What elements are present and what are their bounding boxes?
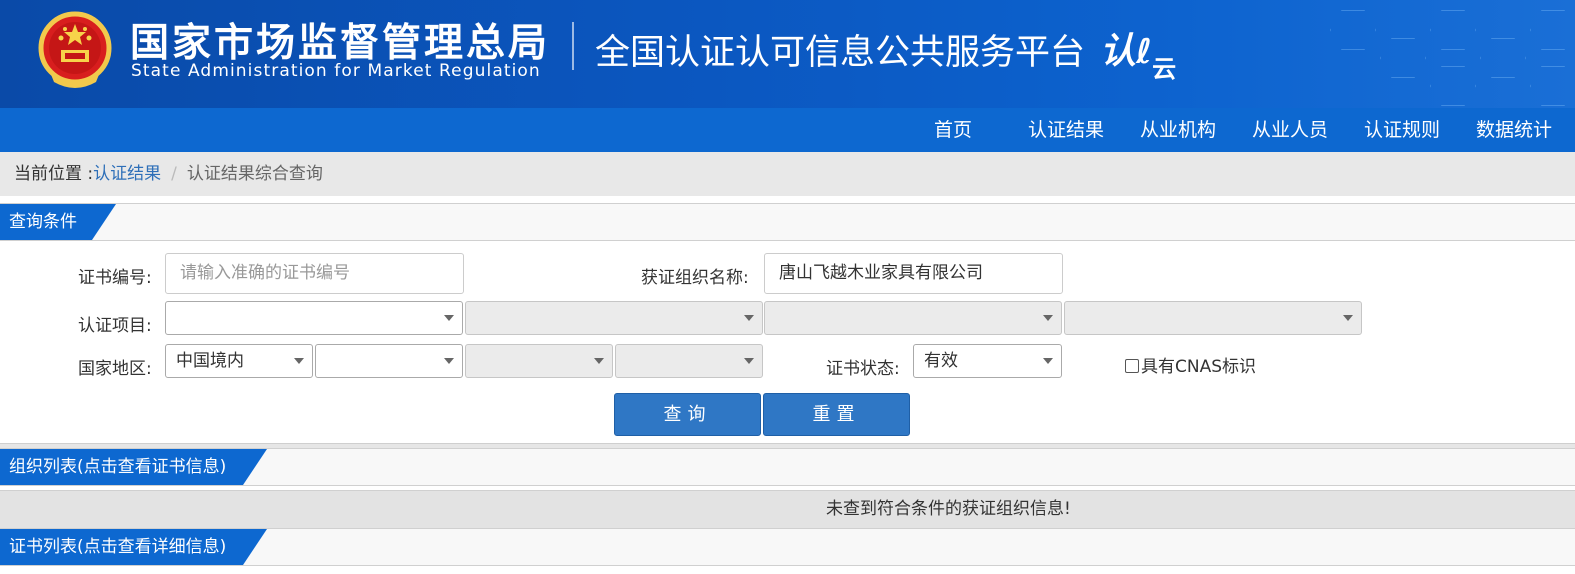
decorative-hexagon xyxy=(1530,66,1575,106)
decorative-hexagon xyxy=(1530,10,1575,50)
status-label: 证书状态: xyxy=(826,359,900,379)
cert-no-input[interactable]: 请输入准确的证书编号 xyxy=(165,253,464,294)
platform-logo: 认ℓ云 xyxy=(1100,22,1176,83)
decorative-hexagon xyxy=(1430,66,1476,106)
cert-list-title: 证书列表(点击查看详细信息) xyxy=(0,529,267,565)
chevron-down-icon xyxy=(1043,358,1053,364)
query-section-header: 查询条件 xyxy=(0,203,1575,241)
search-button[interactable]: 查询 xyxy=(614,393,761,436)
org-name-input[interactable]: 唐山飞越木业家具有限公司 xyxy=(764,253,1063,294)
agency-name-cn: 国家市场监督管理总局 xyxy=(130,21,551,66)
logo-text-main: 认 xyxy=(1100,31,1137,72)
decorative-hexagon xyxy=(1330,10,1376,50)
logo-text-sub: 云 xyxy=(1152,55,1177,83)
org-list-empty: 未查到符合条件的获证组织信息! xyxy=(0,490,1575,528)
chevron-down-icon xyxy=(1343,315,1353,321)
cnas-label[interactable]: 具有CNAS标识 xyxy=(1141,357,1256,377)
nav-item-statistics[interactable]: 数据统计 xyxy=(1476,108,1552,152)
chevron-down-icon xyxy=(594,358,604,364)
org-list-empty-message: 未查到符合条件的获证组织信息! xyxy=(826,499,1071,519)
region-select-country-value: 中国境内 xyxy=(176,351,244,371)
chevron-down-icon xyxy=(744,358,754,364)
nav-item-personnel[interactable]: 从业人员 xyxy=(1252,108,1328,152)
cert-list-header: 证书列表(点击查看详细信息) xyxy=(0,528,1575,566)
chevron-down-icon xyxy=(444,358,454,364)
header-divider xyxy=(572,22,574,70)
nav-item-rules[interactable]: 认证规则 xyxy=(1364,108,1440,152)
region-label: 国家地区: xyxy=(78,359,152,379)
project-select-4[interactable] xyxy=(1064,301,1362,335)
decorative-hexagon xyxy=(1380,38,1426,78)
cnas-checkbox[interactable] xyxy=(1125,359,1139,373)
chevron-down-icon xyxy=(294,358,304,364)
project-select-1[interactable] xyxy=(165,301,463,335)
main-nav: 首页 认证结果 从业机构 从业人员 认证规则 数据统计 xyxy=(0,108,1575,152)
cnas-option: 具有CNAS标识 xyxy=(1125,352,1256,377)
decorative-hexagon xyxy=(1480,38,1526,78)
nav-item-cert-results[interactable]: 认证结果 xyxy=(1028,108,1104,152)
national-emblem-icon xyxy=(38,11,112,88)
nav-item-home[interactable]: 首页 xyxy=(934,108,972,152)
query-section-title: 查询条件 xyxy=(0,204,116,240)
breadcrumb-separator: / xyxy=(171,164,177,184)
breadcrumb-link-cert-results[interactable]: 认证结果 xyxy=(93,164,161,184)
reset-button[interactable]: 重置 xyxy=(763,393,910,436)
chevron-down-icon xyxy=(444,315,454,321)
region-select-country[interactable]: 中国境内 xyxy=(165,344,313,378)
region-select-province[interactable] xyxy=(315,344,463,378)
breadcrumb: 当前位置 :认证结果 / 认证结果综合查询 xyxy=(0,152,1575,196)
chevron-down-icon xyxy=(1043,315,1053,321)
region-select-district[interactable] xyxy=(615,344,763,378)
project-label: 认证项目: xyxy=(78,316,152,336)
header-banner: 国家市场监督管理总局 State Administration for Mark… xyxy=(0,0,1575,108)
chevron-down-icon xyxy=(744,315,754,321)
project-select-2[interactable] xyxy=(465,301,763,335)
region-select-city[interactable] xyxy=(465,344,613,378)
org-list-title: 组织列表(点击查看证书信息) xyxy=(0,449,267,485)
org-name-label: 获证组织名称: xyxy=(641,268,749,288)
nav-item-institutions[interactable]: 从业机构 xyxy=(1140,108,1216,152)
agency-name-en: State Administration for Market Regulati… xyxy=(131,61,541,81)
breadcrumb-prefix: 当前位置 : xyxy=(14,164,94,184)
org-list-header: 组织列表(点击查看证书信息) xyxy=(0,448,1575,486)
status-select[interactable]: 有效 xyxy=(913,344,1062,378)
cert-no-label: 证书编号: xyxy=(78,268,152,288)
breadcrumb-current: 认证结果综合查询 xyxy=(186,164,323,184)
logo-swirl-icon: ℓ xyxy=(1136,32,1153,72)
platform-title: 全国认证认可信息公共服务平台 xyxy=(595,33,1086,73)
decorative-hexagon xyxy=(1430,10,1476,50)
status-select-value: 有效 xyxy=(924,351,958,371)
project-select-3[interactable] xyxy=(764,301,1062,335)
